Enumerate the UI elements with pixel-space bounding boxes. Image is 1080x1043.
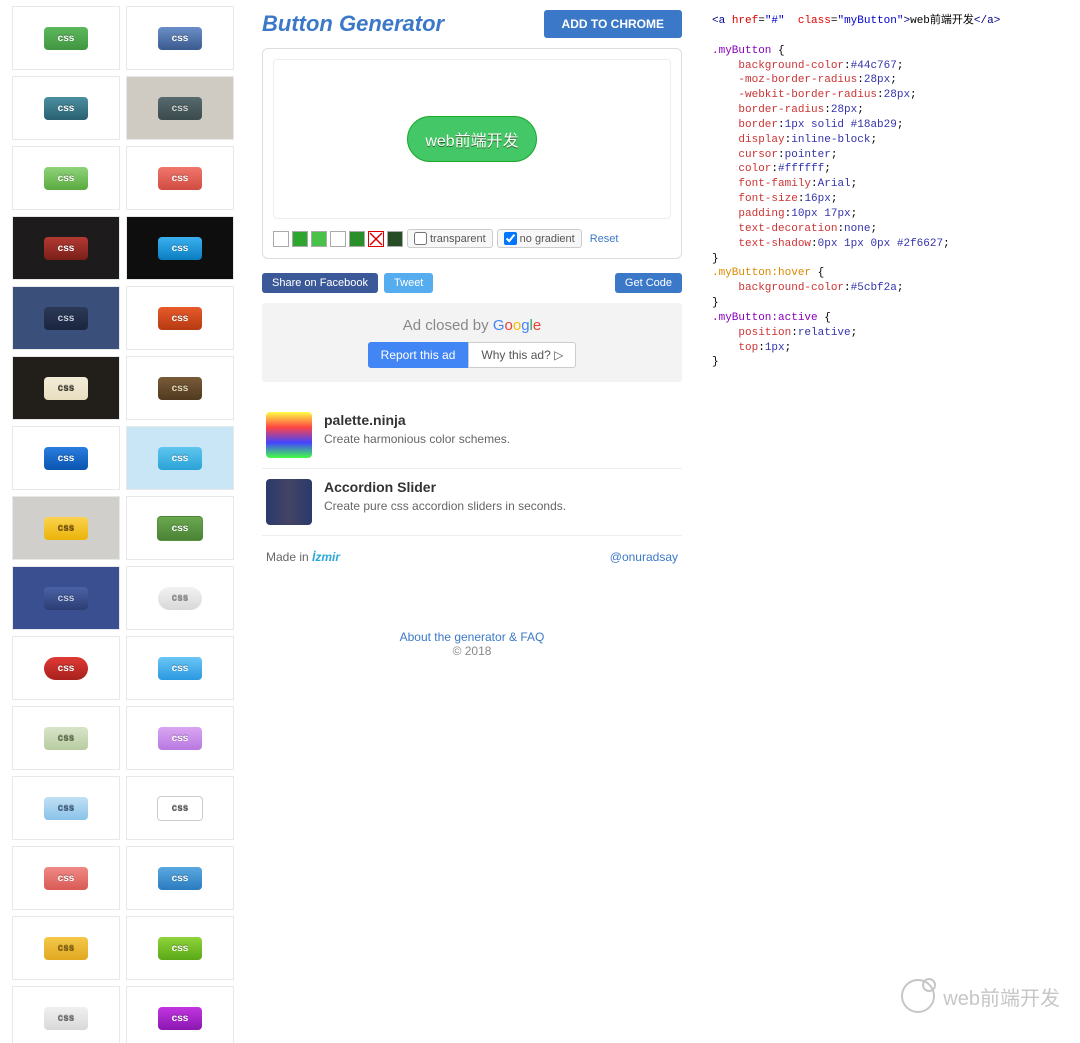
preset-10[interactable]: css [12,356,120,420]
preview-button[interactable]: web前端开发 [407,116,536,162]
tweet-button[interactable]: Tweet [384,273,433,293]
preset-sidebar[interactable]: csscsscsscsscsscsscsscsscsscsscsscsscssc… [0,0,242,1043]
color-swatch-5[interactable] [368,231,384,247]
color-swatch-4[interactable] [349,231,365,247]
transparent-toggle[interactable]: transparent [407,229,493,248]
preset-15[interactable]: css [126,496,234,560]
promo-title: Accordion Slider [324,479,566,495]
color-swatch-1[interactable] [292,231,308,247]
preset-4[interactable]: css [12,146,120,210]
watermark: web前端开发 [901,979,1060,1013]
report-ad-button[interactable]: Report this ad [368,342,469,368]
preset-2[interactable]: css [12,76,120,140]
preset-12[interactable]: css [12,426,120,490]
made-in: Made in İzmir [266,550,340,564]
no-gradient-toggle[interactable]: no gradient [497,229,582,248]
preset-26[interactable]: css [12,916,120,980]
preset-1[interactable]: css [126,6,234,70]
ad-box: Ad closed by Google Report this ad Why t… [262,303,682,382]
preview-box: web前端开发 transparent no gradient Reset [262,48,682,259]
wechat-icon [901,979,935,1013]
share-facebook-button[interactable]: Share on Facebook [262,273,378,293]
copyright: © 2018 [453,644,492,658]
reset-link[interactable]: Reset [590,233,619,245]
promo-desc: Create pure css accordion sliders in sec… [324,499,566,513]
color-swatch-6[interactable] [387,231,403,247]
promo-icon [266,412,312,458]
preset-23[interactable]: css [126,776,234,840]
promo-1[interactable]: Accordion Slider Create pure css accordio… [262,469,682,536]
preset-7[interactable]: css [126,216,234,280]
preview-area: web前端开发 [273,59,671,219]
promo-desc: Create harmonious color schemes. [324,432,510,446]
preset-29[interactable]: css [126,986,234,1043]
preset-25[interactable]: css [126,846,234,910]
why-ad-button[interactable]: Why this ad? ▷ [468,342,576,368]
ad-closed-text: Ad closed by Google [276,317,668,334]
main-panel: Button Generator ADD TO CHROME web前端开发 t… [242,0,702,1043]
preset-0[interactable]: css [12,6,120,70]
twitter-handle[interactable]: @onuradsay [610,550,678,564]
preset-8[interactable]: css [12,286,120,350]
promo-title: palette.ninja [324,412,510,428]
preset-17[interactable]: css [126,566,234,630]
color-swatch-2[interactable] [311,231,327,247]
preset-5[interactable]: css [126,146,234,210]
preset-3[interactable]: css [126,76,234,140]
preset-9[interactable]: css [126,286,234,350]
get-code-button[interactable]: Get Code [615,273,682,293]
preset-24[interactable]: css [12,846,120,910]
preset-20[interactable]: css [12,706,120,770]
add-to-chrome-button[interactable]: ADD TO CHROME [544,10,682,38]
promo-icon [266,479,312,525]
preset-28[interactable]: css [12,986,120,1043]
preset-11[interactable]: css [126,356,234,420]
no-gradient-checkbox[interactable] [504,232,517,245]
preset-27[interactable]: css [126,916,234,980]
preset-13[interactable]: css [126,426,234,490]
page-title: Button Generator [262,11,444,37]
color-swatch-3[interactable] [330,231,346,247]
preset-16[interactable]: css [12,566,120,630]
preset-14[interactable]: css [12,496,120,560]
preset-22[interactable]: css [12,776,120,840]
faq-link[interactable]: About the generator & FAQ [400,630,545,644]
preset-21[interactable]: css [126,706,234,770]
preset-19[interactable]: css [126,636,234,700]
controls-row: transparent no gradient Reset [273,229,671,248]
preset-18[interactable]: css [12,636,120,700]
transparent-checkbox[interactable] [414,232,427,245]
promo-0[interactable]: palette.ninja Create harmonious color sch… [262,402,682,469]
code-panel[interactable]: <a href="#" class="myButton">web前端开发</a>… [702,0,1080,1043]
preset-6[interactable]: css [12,216,120,280]
color-swatch-0[interactable] [273,231,289,247]
